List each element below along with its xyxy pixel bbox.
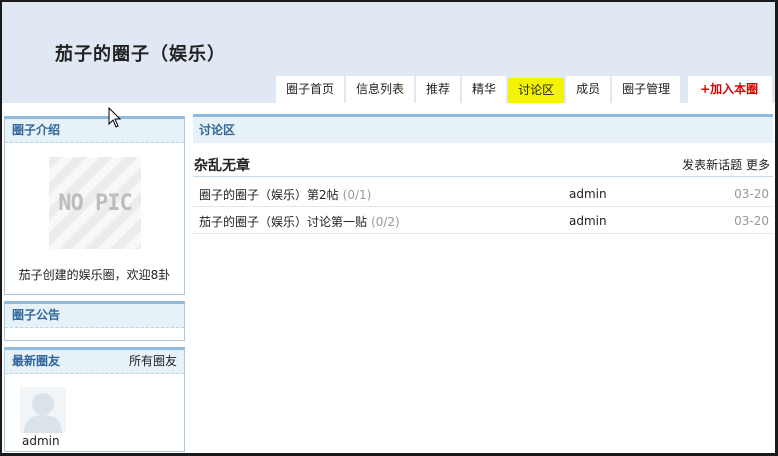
new-topic-link[interactable]: 发表新话题 (682, 158, 742, 172)
topic-title[interactable]: 茄子的圈子（娱乐）讨论第一贴 (199, 215, 367, 229)
member-name[interactable]: admin (22, 434, 60, 448)
circle-title: 茄子的圈子（娱乐） (55, 44, 226, 65)
circle-intro-heading: 圈子介绍 (5, 119, 184, 143)
circle-notice-panel: 圈子公告 (4, 301, 185, 341)
topic-row: 茄子的圈子（娱乐）讨论第一贴 (0/2) admin 03-20 (193, 208, 773, 234)
circle-notice-heading: 圈子公告 (5, 304, 184, 328)
all-members-link[interactable]: 所有圈友 (129, 350, 177, 372)
topic-reply-count: (0/2) (371, 215, 400, 229)
board-header: 杂乱无章 发表新话题 更多 (193, 155, 773, 177)
board-actions: 发表新话题 更多 (682, 156, 770, 173)
topic-reply-count: (0/1) (342, 188, 372, 202)
member-avatar[interactable] (20, 387, 66, 433)
join-circle-button[interactable]: +加入本圈 (688, 76, 773, 103)
topic-date: 03-20 (734, 214, 769, 228)
board-title: 杂乱无章 (194, 158, 250, 174)
tab-recommend[interactable]: 推荐 (416, 76, 461, 103)
circle-nav-tabs: 圈子首页 信息列表 推荐 精华 讨论区 成员 圈子管理 +加入本圈 (276, 76, 774, 103)
circle-intro-panel: 圈子介绍 NO PIC 茄子创建的娱乐圈，欢迎8卦 (4, 116, 185, 295)
circle-intro-text: 茄子创建的娱乐圈，欢迎8卦 (18, 268, 171, 282)
tab-members[interactable]: 成员 (566, 76, 611, 103)
circle-logo-placeholder: NO PIC (49, 157, 141, 249)
tab-circle-admin[interactable]: 圈子管理 (612, 76, 681, 103)
new-members-panel: 最新圈友 所有圈友 admin (4, 347, 185, 452)
discussion-section-heading: 讨论区 (193, 114, 773, 143)
topic-author[interactable]: admin (569, 214, 607, 228)
topic-author[interactable]: admin (569, 187, 607, 201)
tab-home[interactable]: 圈子首页 (276, 76, 345, 103)
tab-info-list[interactable]: 信息列表 (346, 76, 415, 103)
tab-featured[interactable]: 精华 (462, 76, 507, 103)
user-avatar-icon (20, 387, 66, 433)
topic-title-link[interactable]: 茄子的圈子（娱乐）讨论第一贴 (0/2) (199, 213, 400, 230)
tab-discussion[interactable]: 讨论区 (508, 78, 565, 103)
discussion-main: 讨论区 杂乱无章 发表新话题 更多 圈子的圈子（娱乐）第2帖 (0/1) admi… (193, 114, 773, 234)
more-link[interactable]: 更多 (746, 158, 770, 172)
topic-title[interactable]: 圈子的圈子（娱乐）第2帖 (199, 188, 339, 202)
new-members-heading: 最新圈友 所有圈友 (5, 350, 184, 374)
new-members-title: 最新圈友 (12, 354, 61, 368)
topic-date: 03-20 (734, 187, 769, 201)
topic-row: 圈子的圈子（娱乐）第2帖 (0/1) admin 03-20 (193, 181, 773, 207)
no-pic-label: NO PIC (58, 190, 132, 216)
mouse-pointer-icon (108, 107, 122, 128)
topic-title-link[interactable]: 圈子的圈子（娱乐）第2帖 (0/1) (199, 186, 371, 203)
